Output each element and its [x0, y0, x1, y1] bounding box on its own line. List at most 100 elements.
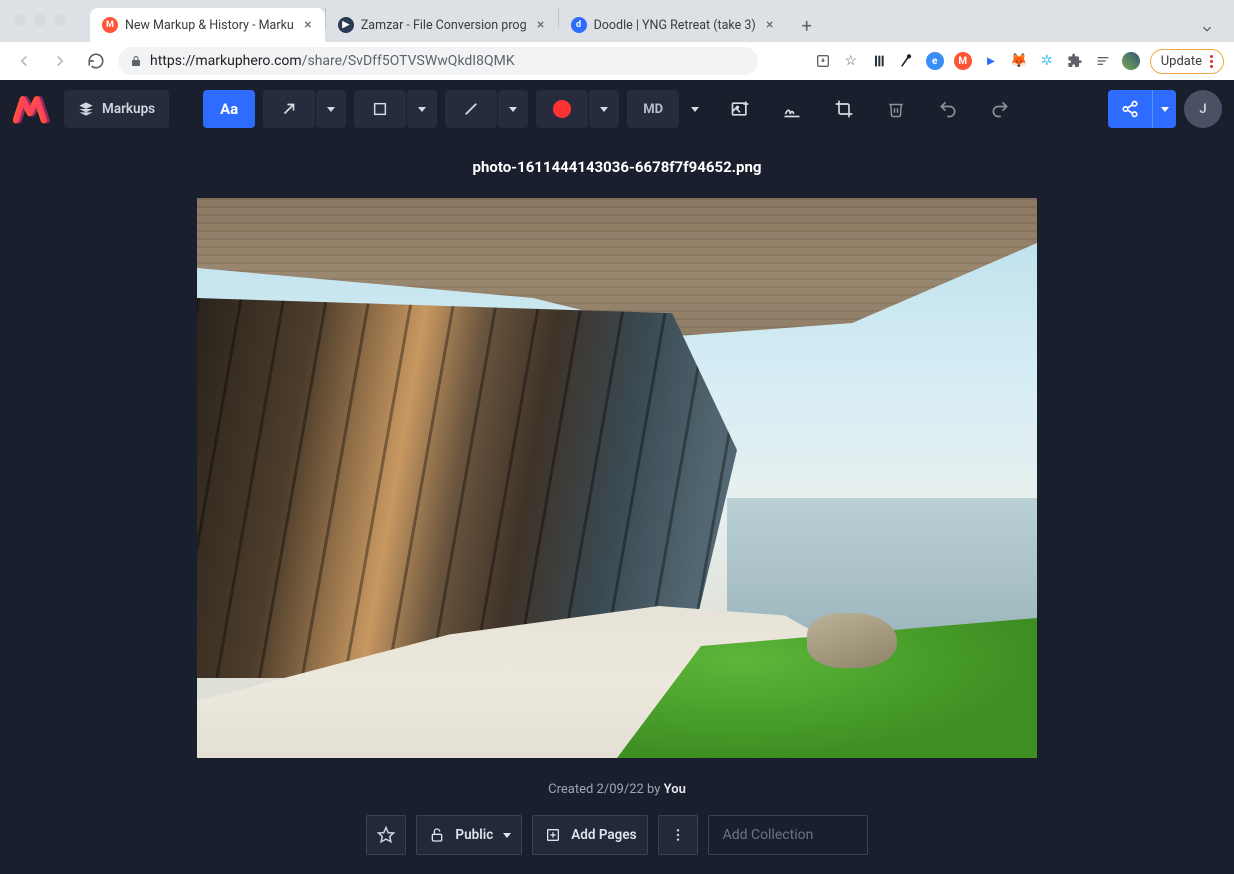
address-right: ☆ e M ▸ 🦊 ✲ Update — [814, 49, 1224, 74]
markups-label: Markups — [102, 101, 155, 117]
chevron-down-icon — [503, 833, 511, 838]
size-picker-group: MD — [627, 90, 710, 128]
undo-icon — [938, 99, 958, 119]
pen-tool-button[interactable] — [445, 90, 497, 128]
share-button[interactable] — [1108, 90, 1176, 128]
chevron-down-icon — [691, 107, 699, 112]
install-icon[interactable] — [814, 52, 832, 70]
tabs-menu-button[interactable] — [1200, 22, 1214, 36]
more-button[interactable] — [658, 815, 698, 855]
tab-title: New Markup & History - Marku — [125, 18, 294, 33]
forward-button[interactable] — [46, 47, 74, 75]
pen-tool-group — [445, 90, 528, 128]
browser-tab-0[interactable]: M New Markup & History - Marku × — [90, 8, 325, 42]
delete-button[interactable] — [874, 90, 918, 128]
close-icon[interactable]: × — [763, 18, 777, 32]
tab-strip: M New Markup & History - Marku × ▶ Zamza… — [0, 0, 1234, 42]
file-title[interactable]: photo-1611444143036-6678f7f94652.png — [473, 158, 762, 176]
extension-icon[interactable]: ✲ — [1038, 52, 1056, 70]
signature-button[interactable] — [770, 90, 814, 128]
shape-tool-button[interactable] — [354, 90, 406, 128]
kebab-icon — [670, 827, 686, 843]
favorite-button[interactable] — [366, 815, 406, 855]
extension-icon[interactable]: e — [926, 52, 944, 70]
arrow-tool-group — [263, 90, 346, 128]
insert-image-button[interactable] — [718, 90, 762, 128]
app: Markups Aa — [0, 80, 1234, 874]
text-tool-button[interactable]: Aa — [203, 90, 255, 128]
undo-button[interactable] — [926, 90, 970, 128]
visibility-label: Public — [455, 827, 493, 843]
file-meta: Created 2/09/22 by You — [548, 782, 686, 797]
traffic-close[interactable] — [14, 14, 26, 26]
unlock-icon — [429, 827, 445, 843]
color-swatch — [553, 100, 571, 118]
extension-icon[interactable]: 🦊 — [1010, 52, 1028, 70]
address-row: https://markuphero.com/share/SvDff5OTVSW… — [0, 42, 1234, 80]
back-button[interactable] — [10, 47, 38, 75]
share-icon — [1108, 100, 1152, 118]
app-logo[interactable] — [12, 92, 56, 126]
extension-icon[interactable]: M — [954, 52, 972, 70]
favicon: ▶ — [338, 17, 354, 33]
browser-tab-2[interactable]: d Doodle | YNG Retreat (take 3) × — [559, 8, 787, 42]
kebab-icon — [1210, 55, 1213, 68]
update-label: Update — [1161, 54, 1202, 69]
layers-icon — [78, 101, 94, 117]
address-bar[interactable]: https://markuphero.com/share/SvDff5OTVSW… — [118, 47, 758, 75]
add-collection-input[interactable]: Add Collection — [708, 815, 868, 855]
chevron-down-icon — [418, 107, 426, 112]
size-picker-dropdown[interactable] — [680, 90, 710, 128]
image-canvas[interactable] — [197, 198, 1037, 758]
extension-icon[interactable]: ▸ — [982, 52, 1000, 70]
app-toolbar: Markups Aa — [0, 80, 1234, 138]
extension-icon[interactable] — [898, 52, 916, 70]
chevron-down-icon — [1161, 107, 1169, 112]
update-button[interactable]: Update — [1150, 49, 1224, 74]
arrow-icon — [280, 100, 298, 118]
add-pages-button[interactable]: Add Pages — [532, 815, 647, 855]
favicon: M — [102, 17, 118, 33]
arrow-tool-dropdown[interactable] — [316, 90, 346, 128]
markups-button[interactable]: Markups — [64, 90, 169, 128]
lock-icon — [130, 55, 142, 67]
user-avatar[interactable]: J — [1184, 90, 1222, 128]
color-picker-button[interactable] — [536, 90, 588, 128]
reload-button[interactable] — [82, 47, 110, 75]
star-icon — [377, 826, 395, 844]
extensions-puzzle-icon[interactable] — [1066, 52, 1084, 70]
shape-tool-group — [354, 90, 437, 128]
star-icon[interactable]: ☆ — [842, 52, 860, 70]
extension-icon[interactable] — [870, 52, 888, 70]
add-collection-placeholder: Add Collection — [723, 827, 814, 843]
color-picker-group — [536, 90, 619, 128]
tab-title: Doodle | YNG Retreat (take 3) — [594, 18, 756, 33]
chevron-down-icon — [600, 107, 608, 112]
shape-tool-dropdown[interactable] — [407, 90, 437, 128]
window-controls — [14, 14, 66, 26]
crop-button[interactable] — [822, 90, 866, 128]
rectangle-icon — [372, 101, 388, 117]
arrow-tool-button[interactable] — [263, 90, 315, 128]
visibility-button[interactable]: Public — [416, 815, 522, 855]
pen-tool-dropdown[interactable] — [498, 90, 528, 128]
traffic-zoom[interactable] — [54, 14, 66, 26]
browser-chrome: M New Markup & History - Marku × ▶ Zamza… — [0, 0, 1234, 80]
trash-icon — [887, 100, 905, 118]
chevron-down-icon — [327, 107, 335, 112]
share-dropdown[interactable] — [1152, 90, 1176, 128]
tab-title: Zamzar - File Conversion prog — [361, 18, 527, 33]
size-picker-button[interactable]: MD — [627, 90, 679, 128]
profile-avatar[interactable] — [1122, 52, 1140, 70]
close-icon[interactable]: × — [301, 18, 315, 32]
media-icon[interactable] — [1094, 52, 1112, 70]
close-icon[interactable]: × — [534, 18, 548, 32]
color-picker-dropdown[interactable] — [589, 90, 619, 128]
new-tab-button[interactable]: + — [793, 12, 821, 40]
traffic-minimize[interactable] — [34, 14, 46, 26]
pen-icon — [462, 100, 480, 118]
crop-icon — [834, 99, 854, 119]
browser-tab-1[interactable]: ▶ Zamzar - File Conversion prog × — [326, 8, 558, 42]
redo-button[interactable] — [978, 90, 1022, 128]
url: https://markuphero.com/share/SvDff5OTVSW… — [150, 53, 515, 69]
